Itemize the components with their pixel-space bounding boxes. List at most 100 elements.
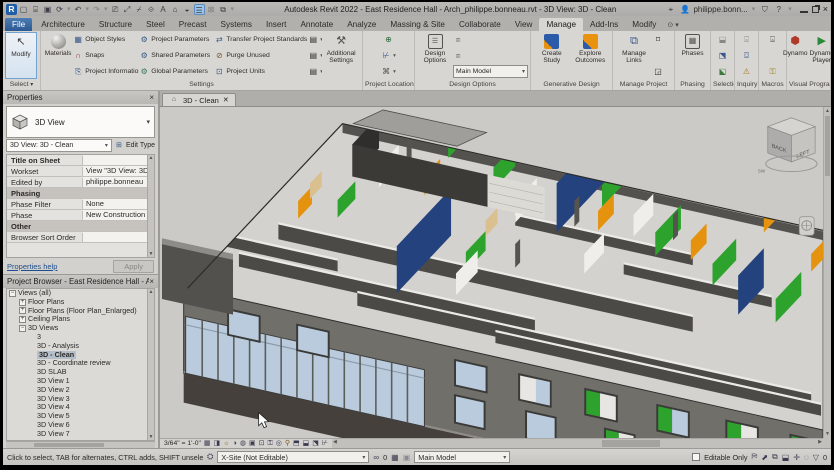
- undo-dropdown[interactable]: ▾: [85, 5, 91, 13]
- project-browser-close-icon[interactable]: ×: [149, 277, 154, 286]
- filter-icon[interactable]: ▽: [813, 453, 819, 462]
- active-workset-dropdown[interactable]: X-Site (Not Editable): [217, 451, 369, 463]
- structural-settings-dropdown[interactable]: ▤▾: [308, 33, 322, 46]
- app-store-cart-icon[interactable]: ⛉: [759, 4, 770, 15]
- detail-level-icon[interactable]: ▦: [204, 439, 211, 448]
- properties-close-icon[interactable]: ×: [149, 93, 154, 102]
- help-icon[interactable]: ?: [773, 4, 784, 15]
- prop-value[interactable]: philippe.bonneau: [83, 177, 147, 187]
- location-button[interactable]: ⊕: [384, 33, 394, 46]
- crop-region-icon[interactable]: ⊡: [259, 439, 265, 448]
- coordinates-dropdown[interactable]: ⊬▾: [381, 49, 396, 62]
- scroll-down-icon[interactable]: ▼: [824, 430, 831, 438]
- view-scale[interactable]: 3/64" = 1'-0": [164, 440, 201, 447]
- active-design-option-status-dropdown[interactable]: Main Model: [414, 451, 510, 463]
- tree-item-3d-view-4[interactable]: 3D View 4: [7, 403, 154, 412]
- view-tab-3d-clean[interactable]: ⌂ 3D - Clean ✕: [162, 93, 236, 106]
- tab-insert[interactable]: Insert: [259, 18, 293, 31]
- apply-button[interactable]: Apply: [113, 260, 154, 273]
- shared-parameters-button[interactable]: ⚙Shared Parameters: [139, 49, 214, 62]
- phases-button[interactable]: ▦ Phases: [677, 32, 708, 79]
- tab-view[interactable]: View: [508, 18, 540, 31]
- properties-help-link[interactable]: Properties help: [7, 262, 57, 271]
- navigation-wheel-icon[interactable]: [799, 217, 814, 236]
- tab-architecture[interactable]: Architecture: [34, 18, 92, 31]
- tab-massing-site[interactable]: Massing & Site: [383, 18, 452, 31]
- close-hidden-windows-icon[interactable]: ⊠: [206, 4, 217, 15]
- dynamo-player-button[interactable]: ▶ Dynamo Player: [809, 32, 832, 79]
- select-links-icon[interactable]: ⧉: [772, 452, 778, 462]
- tab-systems[interactable]: Systems: [214, 18, 259, 31]
- tree-item-3d-coordinate-review[interactable]: 3D - Coordinate review: [7, 359, 154, 368]
- tab-structure[interactable]: Structure: [92, 18, 139, 31]
- edit-selection-button[interactable]: ⬕: [718, 65, 728, 78]
- warnings-button[interactable]: ⚠: [742, 65, 752, 78]
- tab-collaborate[interactable]: Collaborate: [452, 18, 508, 31]
- revit-logo-icon[interactable]: R: [6, 4, 17, 15]
- new-icon[interactable]: ▢: [18, 4, 29, 15]
- tab-precast[interactable]: Precast: [172, 18, 214, 31]
- type-selector[interactable]: 3D View ▾: [6, 106, 155, 138]
- project-browser-header[interactable]: Project Browser - East Residence Hall - …: [3, 275, 158, 288]
- tree-item-3d-view-5[interactable]: 3D View 5: [7, 412, 154, 421]
- undo-icon[interactable]: ↶: [73, 4, 84, 15]
- materials-button[interactable]: Materials: [43, 32, 73, 79]
- additional-settings-button[interactable]: ⚒ Additional Settings: [322, 32, 360, 79]
- press-drag-icon[interactable]: ⬈: [761, 453, 768, 462]
- snaps-button[interactable]: ∩Snaps: [73, 49, 139, 62]
- help-dropdown[interactable]: ▾: [787, 5, 793, 13]
- project-units-button[interactable]: ⊡Project Units: [214, 65, 308, 78]
- synchronize-icon[interactable]: ⟳: [54, 4, 65, 15]
- object-styles-button[interactable]: ▦Object Styles: [73, 33, 139, 46]
- position-dropdown[interactable]: ⌘▾: [381, 65, 396, 78]
- purge-unused-button[interactable]: ⊘Purge Unused: [214, 49, 308, 62]
- tree-item-3d-view-3[interactable]: 3D View 3: [7, 395, 154, 404]
- design-options-button[interactable]: ☰ Design Options: [417, 32, 453, 79]
- project-information-button[interactable]: ⎘Project Information: [73, 65, 139, 78]
- tree-item-3d-views[interactable]: −3D Views: [7, 324, 154, 333]
- manage-links-button[interactable]: ⧉ Manage Links: [615, 32, 653, 79]
- canvas-vscrollbar[interactable]: ▲ ▼: [823, 107, 831, 438]
- redo-dropdown[interactable]: ▾: [103, 5, 109, 13]
- tree-item-3d-view-6[interactable]: 3D View 6: [7, 421, 154, 430]
- tree-item-3d-analysis[interactable]: 3D - Analysis: [7, 342, 154, 351]
- tab-modify[interactable]: Modify: [625, 18, 663, 31]
- viewcube[interactable]: BACK LEFT SW: [758, 118, 817, 174]
- transfer-project-standards-button[interactable]: ⇄Transfer Project Standards: [214, 33, 308, 46]
- tab-manage[interactable]: Manage: [539, 18, 583, 31]
- default-3d-view-icon[interactable]: ⌂: [170, 4, 181, 15]
- reveal-hidden-icon[interactable]: ⚲: [285, 439, 290, 448]
- close-button[interactable]: ×: [823, 5, 828, 13]
- reveal-constraints-icon[interactable]: ⊬: [322, 439, 328, 448]
- thin-lines-icon[interactable]: ☰: [194, 4, 205, 15]
- tab-analyze[interactable]: Analyze: [340, 18, 383, 31]
- select-by-id-button[interactable]: ⌼: [742, 49, 752, 62]
- shadows-icon[interactable]: ◑: [233, 439, 237, 448]
- worksets-icon[interactable]: ⛭: [207, 452, 213, 462]
- user-avatar-icon[interactable]: 👤: [679, 4, 690, 15]
- open-icon[interactable]: ⌸: [30, 4, 41, 15]
- scroll-up-icon[interactable]: ▲: [824, 107, 831, 115]
- starting-view-button[interactable]: ⌑: [653, 33, 663, 46]
- panel-label-select[interactable]: Select: [3, 79, 40, 90]
- tree-item-3[interactable]: 3: [7, 333, 154, 342]
- view-selector-dropdown[interactable]: 3D View: 3D - Clean: [6, 139, 112, 152]
- tab-steel[interactable]: Steel: [139, 18, 172, 31]
- minimize-button[interactable]: [800, 6, 808, 13]
- global-parameters-button[interactable]: ⚙Global Parameters: [139, 65, 214, 78]
- tree-item-3d-view-1[interactable]: 3D View 1: [7, 377, 154, 386]
- tree-item-3d-slab[interactable]: 3D SLAB: [7, 368, 154, 377]
- crop-view-icon[interactable]: ▣: [249, 439, 256, 448]
- aligned-dimension-icon[interactable]: ⌿: [134, 4, 145, 15]
- active-design-option-dropdown[interactable]: Main Model: [453, 65, 528, 78]
- canvas-hscrollbar[interactable]: ◀ ▶: [332, 438, 823, 448]
- scroll-right-icon[interactable]: ▶: [818, 439, 822, 445]
- browser-vscrollbar[interactable]: ▲▼: [147, 289, 154, 440]
- prop-section-other[interactable]: Other: [7, 221, 147, 232]
- scroll-left-icon[interactable]: ◀: [333, 439, 337, 445]
- rendering-icon[interactable]: ◍: [240, 439, 246, 448]
- sun-path-icon[interactable]: ☼: [223, 439, 229, 448]
- drawing-canvas[interactable]: BACK LEFT SW ▲ ▼: [160, 106, 831, 448]
- mep-settings-dropdown[interactable]: ▤▾: [308, 49, 322, 62]
- create-study-button[interactable]: Create Study: [533, 32, 571, 79]
